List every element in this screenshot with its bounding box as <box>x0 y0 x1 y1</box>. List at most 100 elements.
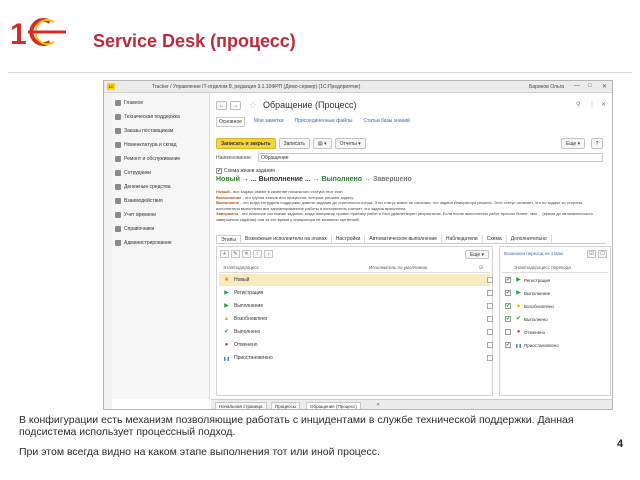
transition-checkbox[interactable]: ✔ <box>505 316 511 322</box>
stage-row[interactable]: ▲ Возобновлено <box>219 313 490 325</box>
move-down-icon[interactable]: ↓ <box>264 250 273 258</box>
nav-item-orders[interactable]: Заказы поставщикам <box>115 126 173 135</box>
tab-request[interactable]: Обращение (Процесс) <box>306 402 361 409</box>
tab-home-page[interactable]: Начальная страница <box>215 402 267 409</box>
app-window: 1С Tracker / Управление IT-отделом 8, ре… <box>103 80 613 410</box>
transition-row[interactable]: ✔ ▶ Выполнение <box>502 287 550 299</box>
reports-button[interactable]: Отчеты ▾ <box>334 138 366 149</box>
save-close-button[interactable]: Записать и закрыть <box>216 138 276 149</box>
stage-checkbox[interactable] <box>487 277 493 283</box>
stage-row[interactable]: ▶ Регистрация <box>219 287 490 299</box>
nav-label: Учет времени <box>124 211 157 218</box>
transition-row[interactable]: ✔ ❚❚ Приостановлено <box>502 339 559 351</box>
select-all-icon[interactable]: ☑ <box>587 250 596 258</box>
stage-row[interactable]: ❚❚ Приостановлено <box>219 352 490 364</box>
stage-row[interactable]: ▶ Выполнение <box>219 300 490 312</box>
app-icon: 1С <box>107 83 115 90</box>
transition-row[interactable]: ✔ ▶ Регистрация <box>502 274 550 286</box>
nav-item-support[interactable]: Техническая поддержка <box>115 112 180 121</box>
minimize-icon[interactable]: — <box>574 83 580 89</box>
more-icon[interactable]: ⋮ <box>589 101 595 108</box>
scheme-checkbox[interactable]: ✔ <box>216 168 222 174</box>
warning-icon: ▲ <box>223 315 230 322</box>
deselect-all-icon[interactable]: ☐ <box>598 250 607 258</box>
stage-row[interactable]: ✔ Выполнено <box>219 326 490 338</box>
stage-checkbox[interactable] <box>487 290 493 296</box>
tab-stages[interactable]: Этапы <box>216 235 241 243</box>
stage-checkbox[interactable] <box>487 355 493 361</box>
window-title: Tracker / Управление IT-отделом 8, редак… <box>152 84 361 90</box>
stage-row[interactable]: ● Отменено <box>219 339 490 351</box>
stage-checkbox[interactable] <box>487 303 493 309</box>
more-button[interactable]: Еще ▾ <box>561 138 586 149</box>
transition-row[interactable]: ✔ ✔ Выполнено <box>502 313 548 325</box>
close-icon[interactable]: ✕ <box>602 83 607 90</box>
favorite-star-icon[interactable]: ☆ <box>249 100 257 111</box>
tab-extra[interactable]: Дополнительно <box>507 235 552 243</box>
document-form: ← → ☆ Обращение (Процесс) ⚲ ⋮ ✕ Основное… <box>211 93 612 399</box>
transition-checkbox[interactable] <box>505 329 511 335</box>
save-button[interactable]: Записать <box>278 138 310 149</box>
tab-files[interactable]: Присоединенные файлы <box>293 117 355 127</box>
tab-observers[interactable]: Наблюдатели <box>442 235 483 243</box>
cancel-icon: ● <box>516 328 521 335</box>
printer-icon: ▤ <box>317 141 323 147</box>
nav-item-main[interactable]: Главное <box>115 98 143 107</box>
edit-icon[interactable]: ✎ <box>231 250 240 258</box>
summary-paragraph: При этом всегда видно на каком этапе вып… <box>19 446 380 458</box>
maximize-icon[interactable]: □ <box>588 83 592 89</box>
tab-kb[interactable]: Статьи базы знаний <box>361 117 412 127</box>
move-up-icon[interactable]: ↑ <box>253 250 262 258</box>
transition-row[interactable]: ✔ ▲ Возобновлено <box>502 300 554 312</box>
transition-checkbox[interactable]: ✔ <box>505 290 511 296</box>
nav-label: Администрирование <box>124 239 172 246</box>
stage-label: Регистрация <box>234 290 264 296</box>
name-field[interactable]: Обращение <box>258 153 603 162</box>
nav-item-employees[interactable]: Сотрудники <box>115 168 151 177</box>
nav-item-money[interactable]: Денежные средства <box>115 182 171 191</box>
nav-item-repair[interactable]: Ремонт и обслуживание <box>115 154 180 163</box>
transition-label: Приостановлено <box>524 342 559 348</box>
tab-processes[interactable]: Процессы <box>271 402 301 409</box>
print-button[interactable]: ▤ ▾ <box>312 138 332 149</box>
transition-checkbox[interactable]: ✔ <box>505 303 511 309</box>
close-form-icon[interactable]: ✕ <box>601 101 606 108</box>
tab-scheme[interactable]: Схема <box>483 235 507 243</box>
delete-icon[interactable]: ✕ <box>242 250 251 258</box>
forward-button[interactable]: → <box>230 101 241 110</box>
desc-line: Выполнено - это когда сотрудник поддержк… <box>216 200 583 211</box>
stages-more-button[interactable]: Еще ▾ <box>464 250 489 259</box>
stage-row[interactable]: ■ Новый <box>219 274 490 286</box>
stage-checkbox[interactable] <box>487 342 493 348</box>
transition-row[interactable]: ● Отменено <box>502 326 545 338</box>
employees-icon <box>115 169 121 176</box>
stages-header: Этап/подпроцесс Исполнитель по умолчанию… <box>219 263 490 273</box>
stage-checkbox[interactable] <box>487 316 493 322</box>
transitions-toolbar: ☑ ☐ <box>587 250 607 258</box>
scheme-toggle[interactable]: ✔ Схема жизни задания <box>216 168 275 174</box>
nav-item-time[interactable]: Учет времени <box>115 210 156 219</box>
close-tab-icon[interactable]: ✕ <box>376 402 380 408</box>
transition-checkbox[interactable]: ✔ <box>505 342 511 348</box>
tab-main[interactable]: Основное <box>216 117 245 127</box>
pause-icon: ❚❚ <box>515 342 522 348</box>
nav-item-warehouse[interactable]: Номенклатура и склад <box>115 140 177 149</box>
transition-checkbox[interactable]: ✔ <box>505 277 511 283</box>
nav-item-interactions[interactable]: Взаимодействия <box>115 196 163 205</box>
tab-notes[interactable]: Мои заметки <box>252 117 286 127</box>
stage-checkbox[interactable] <box>487 329 493 335</box>
nav-item-admin[interactable]: Администрирование <box>115 238 172 247</box>
user-name[interactable]: Баринов Ольга <box>529 84 564 90</box>
gear-icon <box>115 239 121 246</box>
back-button[interactable]: ← <box>216 101 227 110</box>
add-icon[interactable]: + <box>220 250 229 258</box>
help-button[interactable]: ? <box>591 138 603 149</box>
flow-closed: → Завершено <box>364 176 412 183</box>
tab-auto[interactable]: Автоматическое выполнение <box>365 235 442 243</box>
slide: 1 Service Desk (процесс) 1С Tracker / Уп… <box>0 0 640 480</box>
nav-item-catalogs[interactable]: Справочники <box>115 224 154 233</box>
tab-settings[interactable]: Настройки <box>332 235 366 243</box>
stage-label: Отменено <box>234 342 258 348</box>
link-icon[interactable]: ⚲ <box>576 101 580 108</box>
tab-executors[interactable]: Возможные исполнители на этапах <box>241 235 332 243</box>
